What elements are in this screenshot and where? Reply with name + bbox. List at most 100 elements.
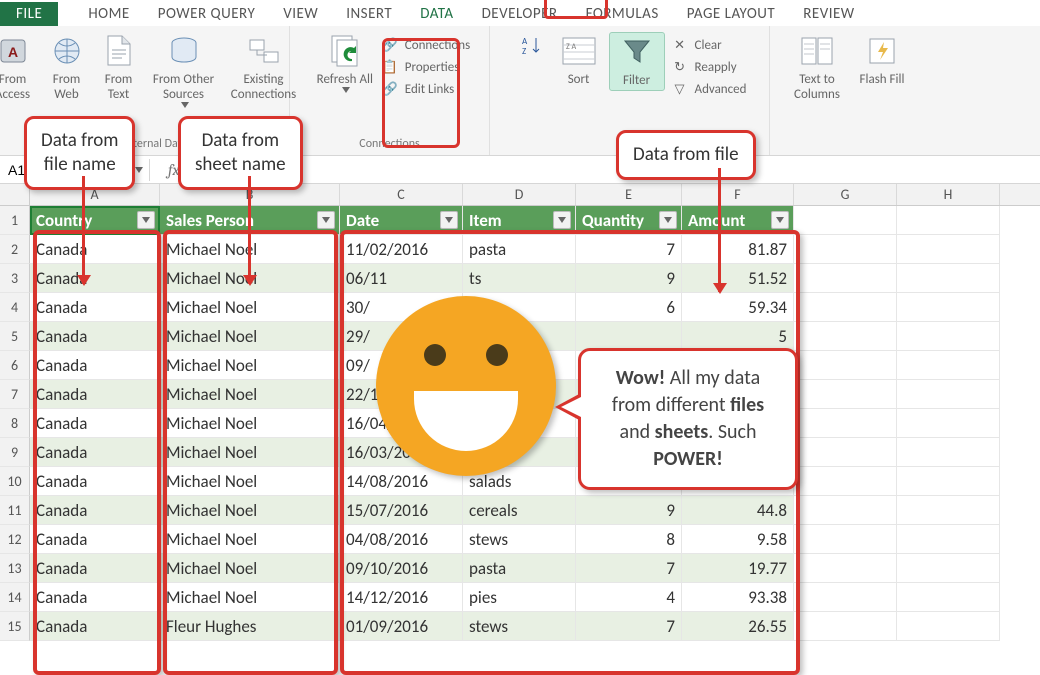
cell[interactable] [794, 351, 897, 380]
row-header[interactable]: 8 [0, 409, 30, 438]
cell[interactable]: Canada [30, 235, 160, 264]
cell[interactable]: Canada [30, 525, 160, 554]
cell[interactable]: 15/07/2016 [340, 496, 463, 525]
tab-file[interactable]: FILE [0, 2, 58, 26]
cell[interactable]: Canada [30, 496, 160, 525]
cell[interactable] [897, 554, 1000, 583]
cell[interactable]: Canada [30, 351, 160, 380]
cell[interactable]: 26.55 [682, 612, 794, 641]
hdr-date[interactable]: Date [340, 206, 463, 235]
from-access-button[interactable]: A From Access [0, 32, 39, 104]
row-header[interactable]: 13 [0, 554, 30, 583]
cell[interactable] [794, 583, 897, 612]
cell[interactable]: pies [463, 583, 576, 612]
row-header[interactable]: 4 [0, 293, 30, 322]
row-header[interactable]: 10 [0, 467, 30, 496]
cell[interactable]: Michael Noel [160, 496, 340, 525]
cell[interactable]: Michael Noel [160, 409, 340, 438]
cell[interactable] [897, 293, 1000, 322]
sort-dialog-button[interactable]: Z A Sort [553, 32, 605, 89]
tab-review[interactable]: REVIEW [789, 2, 868, 26]
tab-home[interactable]: HOME [74, 2, 143, 26]
cell[interactable]: pasta [463, 554, 576, 583]
row-header[interactable]: 9 [0, 438, 30, 467]
row-header[interactable]: 11 [0, 496, 30, 525]
cell[interactable]: 9 [576, 496, 682, 525]
filter-button[interactable]: Filter [609, 32, 665, 91]
cell[interactable] [794, 496, 897, 525]
advanced-filter-button[interactable]: ▽Advanced [671, 80, 747, 98]
cell[interactable]: Michael Noel [160, 467, 340, 496]
cell[interactable]: cereals [463, 496, 576, 525]
cell[interactable]: 14/12/2016 [340, 583, 463, 612]
cell[interactable] [897, 525, 1000, 554]
row-header[interactable]: 7 [0, 380, 30, 409]
col-header-F[interactable]: F [682, 184, 794, 205]
flash-fill-button[interactable]: Flash Fill [856, 32, 908, 89]
col-header-E[interactable]: E [576, 184, 682, 205]
tab-data[interactable]: DATA [406, 2, 467, 26]
cell[interactable]: Canada [30, 467, 160, 496]
text-to-columns-button[interactable]: Text to Columns [782, 32, 852, 104]
row-header[interactable]: 6 [0, 351, 30, 380]
cell[interactable]: 06/11 [340, 264, 463, 293]
cell[interactable] [794, 409, 897, 438]
cell[interactable]: 7 [576, 554, 682, 583]
cell[interactable]: Canada [30, 264, 160, 293]
cell[interactable] [794, 525, 897, 554]
row-header[interactable]: 14 [0, 583, 30, 612]
cell[interactable]: Michael Noel [160, 293, 340, 322]
cell[interactable]: Michael Noel [160, 322, 340, 351]
cell[interactable] [897, 438, 1000, 467]
cell[interactable]: Canada [30, 438, 160, 467]
cell[interactable]: 81.87 [682, 235, 794, 264]
row-header[interactable]: 5 [0, 322, 30, 351]
row-header[interactable]: 2 [0, 235, 30, 264]
cell[interactable]: stews [463, 612, 576, 641]
hdr-quantity[interactable]: Quantity [576, 206, 682, 235]
cell[interactable] [897, 235, 1000, 264]
cell[interactable] [794, 293, 897, 322]
cell[interactable]: 6 [576, 293, 682, 322]
col-header-D[interactable]: D [463, 184, 576, 205]
cell[interactable]: 7 [576, 235, 682, 264]
cell[interactable]: Fleur Hughes [160, 612, 340, 641]
filter-dropdown-icon[interactable] [137, 211, 155, 229]
cell[interactable] [897, 496, 1000, 525]
cell[interactable]: Michael Noel [160, 438, 340, 467]
from-text-button[interactable]: From Text [95, 32, 143, 104]
cell[interactable] [897, 467, 1000, 496]
filter-dropdown-icon[interactable] [440, 211, 458, 229]
cell[interactable]: 9 [576, 264, 682, 293]
tab-insert[interactable]: INSERT [332, 2, 406, 26]
cell[interactable] [794, 554, 897, 583]
cell[interactable]: Canada [30, 293, 160, 322]
cell[interactable]: Michael Noel [160, 525, 340, 554]
hdr-item[interactable]: Item [463, 206, 576, 235]
cell[interactable]: 11/02/2016 [340, 235, 463, 264]
cell[interactable] [897, 583, 1000, 612]
tab-view[interactable]: VIEW [269, 2, 332, 26]
cell[interactable]: pasta [463, 235, 576, 264]
cell[interactable]: 4 [576, 583, 682, 612]
cell[interactable]: Canada [30, 583, 160, 612]
cell[interactable] [576, 322, 682, 351]
properties-button[interactable]: 📋Properties [381, 58, 470, 76]
filter-dropdown-icon[interactable] [553, 211, 571, 229]
cell[interactable] [794, 235, 897, 264]
tab-power-query[interactable]: POWER QUERY [144, 2, 270, 26]
cell[interactable] [897, 612, 1000, 641]
cell[interactable]: Michael Noel [160, 380, 340, 409]
cell[interactable]: Canada [30, 554, 160, 583]
chevron-down-icon[interactable] [135, 167, 143, 173]
sort-az-button[interactable]: AZ [515, 32, 549, 62]
cell[interactable]: 51.52 [682, 264, 794, 293]
cell[interactable]: 01/09/2016 [340, 612, 463, 641]
cell[interactable]: stews [463, 525, 576, 554]
filter-dropdown-icon[interactable] [659, 211, 677, 229]
filter-dropdown-icon[interactable] [771, 211, 789, 229]
cell[interactable] [897, 351, 1000, 380]
cell[interactable]: 5 [682, 322, 794, 351]
cell[interactable]: 09/10/2016 [340, 554, 463, 583]
col-header-G[interactable]: G [794, 184, 897, 205]
